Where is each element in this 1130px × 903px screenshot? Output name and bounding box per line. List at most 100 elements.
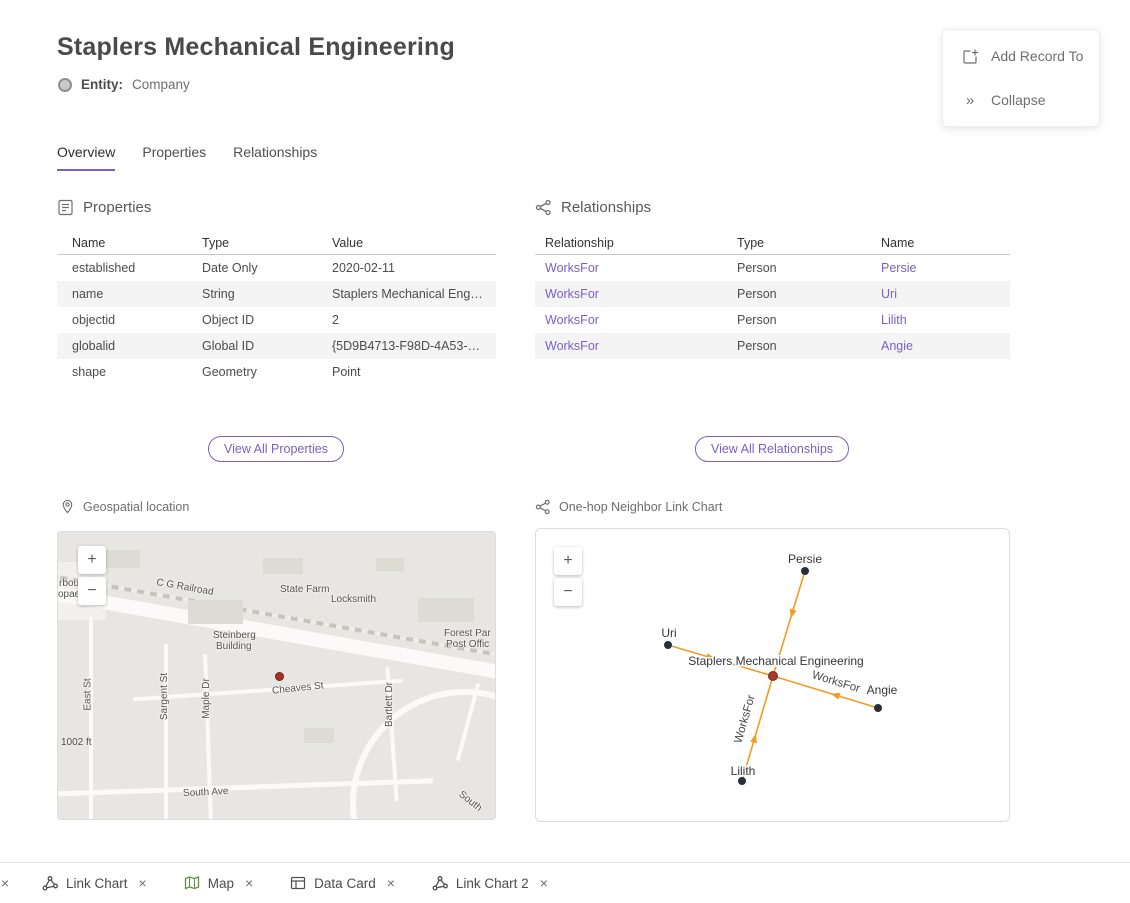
tab-close-button[interactable]: × xyxy=(540,875,548,891)
property-name: shape xyxy=(57,365,187,379)
geospatial-section-title: Geospatial location xyxy=(83,500,189,514)
node-center-company[interactable] xyxy=(769,672,778,681)
relationship-type: Person xyxy=(727,339,871,353)
table-row: WorksFor Person Uri xyxy=(535,281,1010,307)
map-label-street: Maple Dr xyxy=(201,678,212,719)
property-name: established xyxy=(57,261,187,275)
card-tabs: Overview Properties Relationships xyxy=(57,144,344,171)
link-chart-graph: WorksFor WorksFor Persie Uri Angie Lilit… xyxy=(536,529,1009,821)
bottom-tab-label: Data Card xyxy=(314,876,376,891)
column-header-type: Type xyxy=(187,236,317,250)
view-all-relationships-button[interactable]: View All Relationships xyxy=(695,436,849,462)
related-entity-link[interactable]: Angie xyxy=(871,339,1010,353)
relationship-link[interactable]: WorksFor xyxy=(535,261,727,275)
related-entity-link[interactable]: Persie xyxy=(871,261,1010,275)
tab-close-button[interactable]: × xyxy=(245,875,253,891)
entity-label: Entity: xyxy=(81,77,123,92)
property-name: globalid xyxy=(57,339,187,353)
map-label-poi: Forest Par xyxy=(444,628,491,639)
table-row: shape Geometry Point xyxy=(57,359,496,385)
map-label-poi: Building xyxy=(216,641,252,652)
table-row: WorksFor Person Persie xyxy=(535,255,1010,281)
property-name: name xyxy=(57,287,187,301)
entity-location-marker[interactable] xyxy=(275,672,284,681)
map-building xyxy=(418,598,474,622)
bottom-tab-label: Link Chart xyxy=(66,876,128,891)
node-label-persie: Persie xyxy=(788,552,822,566)
bottom-tab-link-chart[interactable]: Link Chart × xyxy=(42,875,147,891)
relationship-type: Person xyxy=(727,261,871,275)
entity-value: Company xyxy=(132,77,190,92)
map-building xyxy=(376,558,404,571)
properties-section-title: Properties xyxy=(83,199,151,216)
relationships-table: Relationship Type Name WorksFor Person P… xyxy=(535,232,1010,359)
menu-item-label: Collapse xyxy=(991,92,1045,108)
related-entity-link[interactable]: Lilith xyxy=(871,313,1010,327)
property-value: {5D9B4713-F98D-4A53-… xyxy=(317,339,496,353)
map-road xyxy=(57,581,496,685)
relationship-type: Person xyxy=(727,313,871,327)
relationship-link[interactable]: WorksFor xyxy=(535,339,727,353)
property-value: Point xyxy=(317,365,496,379)
linkchart-section-title: One-hop Neighbor Link Chart xyxy=(559,500,722,514)
map-building xyxy=(304,728,334,743)
property-name: objectid xyxy=(57,313,187,327)
node-angie[interactable] xyxy=(874,704,882,712)
data-card-page: Staplers Mechanical Engineering Entity: … xyxy=(0,0,1130,903)
tab-close-button[interactable]: × xyxy=(1,875,9,891)
link-chart-icon xyxy=(42,875,58,891)
map-zoom-in-button[interactable]: + xyxy=(78,546,106,574)
table-row: established Date Only 2020-02-11 xyxy=(57,255,496,281)
property-type: Date Only xyxy=(187,261,317,275)
relationships-section-header: Relationships xyxy=(535,199,651,216)
data-card-icon xyxy=(290,875,306,891)
tab-overview[interactable]: Overview xyxy=(57,144,115,171)
map-label-street: East St xyxy=(83,678,94,710)
column-header-relationship: Relationship xyxy=(535,236,727,250)
property-value: Staplers Mechanical Eng… xyxy=(317,287,496,301)
relationship-link[interactable]: WorksFor xyxy=(535,313,727,327)
relationship-link[interactable]: WorksFor xyxy=(535,287,727,301)
table-row: name String Staplers Mechanical Eng… xyxy=(57,281,496,307)
link-chart-icon xyxy=(535,499,551,515)
node-label-lilith: Lilith xyxy=(731,764,756,778)
tab-close-button[interactable]: × xyxy=(139,875,147,891)
relationships-section-title: Relationships xyxy=(561,199,651,216)
relationships-icon xyxy=(535,199,552,216)
map-road xyxy=(133,679,403,702)
relationship-type: Person xyxy=(727,287,871,301)
table-row: globalid Global ID {5D9B4713-F98D-4A53-… xyxy=(57,333,496,359)
properties-icon xyxy=(57,199,74,216)
property-type: String xyxy=(187,287,317,301)
menu-item-collapse[interactable]: » Collapse xyxy=(943,78,1099,122)
node-uri[interactable] xyxy=(664,641,672,649)
map-zoom-out-button[interactable]: − xyxy=(78,577,106,605)
link-chart-canvas[interactable]: WorksFor WorksFor Persie Uri Angie Lilit… xyxy=(535,528,1010,822)
linkchart-section-header: One-hop Neighbor Link Chart xyxy=(535,499,722,515)
edge-label-worksfor: WorksFor xyxy=(810,669,861,695)
map-label-poi: Steinberg xyxy=(213,630,256,641)
node-persie[interactable] xyxy=(801,567,809,575)
bottom-tab-link-chart-2[interactable]: Link Chart 2 × xyxy=(432,875,548,891)
map-canvas[interactable]: rbour opaedics C G Railroad State Farm L… xyxy=(57,531,496,820)
context-menu: Add Record To » Collapse xyxy=(943,30,1099,126)
property-type: Global ID xyxy=(187,339,317,353)
view-all-properties-button[interactable]: View All Properties xyxy=(208,436,344,462)
tab-close-button[interactable]: × xyxy=(387,875,395,891)
node-label-center: Staplers Mechanical Engineering xyxy=(688,654,863,668)
column-header-value: Value xyxy=(317,236,496,250)
property-value: 2020-02-11 xyxy=(317,261,496,275)
bottom-tab-data-card[interactable]: Data Card × xyxy=(290,875,395,891)
add-record-icon xyxy=(961,48,979,65)
menu-item-add-record-to[interactable]: Add Record To xyxy=(943,34,1099,78)
linkchart-zoom-out-button[interactable]: − xyxy=(554,578,582,606)
tab-relationships[interactable]: Relationships xyxy=(233,144,317,171)
related-entity-link[interactable]: Uri xyxy=(871,287,1010,301)
tab-properties[interactable]: Properties xyxy=(142,144,206,171)
node-lilith[interactable] xyxy=(738,777,746,785)
linkchart-zoom-in-button[interactable]: + xyxy=(554,547,582,575)
map-label-poi: Post Offic xyxy=(446,639,489,650)
bottom-tab-map[interactable]: Map × xyxy=(184,875,253,891)
bottom-tab-label: Map xyxy=(208,876,234,891)
bottom-tab-label: Link Chart 2 xyxy=(456,876,529,891)
